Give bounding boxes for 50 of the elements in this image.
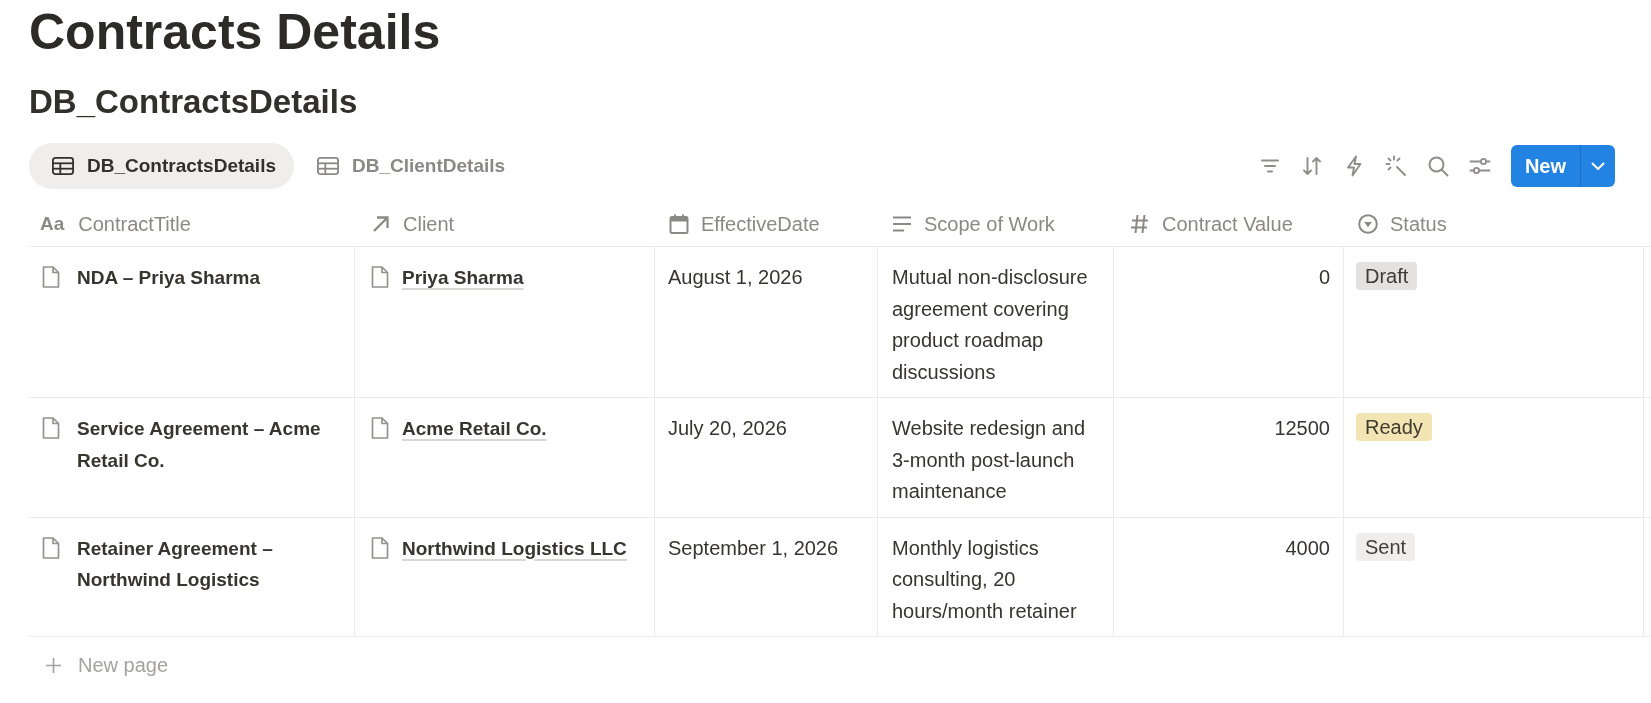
- column-header[interactable]: Client: [371, 212, 455, 236]
- database-title: DB_ContractsDetails: [29, 82, 358, 122]
- date-text: August 1, 2026: [668, 266, 803, 288]
- scope-text: Monthly logistics consulting, 20 hours/month retainer: [892, 535, 1078, 624]
- column-header[interactable]: EffectiveDate: [669, 212, 820, 236]
- client-link[interactable]: Acme Retail Co.: [402, 413, 547, 445]
- contract-title[interactable]: Service Agreement – Acme Retail Co.: [77, 413, 344, 476]
- type-glyph: Aa: [40, 212, 65, 236]
- search-icon[interactable]: [1426, 155, 1449, 177]
- client-link[interactable]: Priya Sharma: [402, 262, 524, 294]
- calendar-icon: [669, 214, 689, 234]
- sparkle-wand-icon[interactable]: [1384, 155, 1407, 177]
- contract-value: 4000: [1285, 536, 1330, 559]
- page-icon: [42, 417, 60, 439]
- contract-value: 0: [1318, 266, 1330, 288]
- contract-value: 12500: [1274, 417, 1330, 439]
- page-icon: [42, 266, 60, 288]
- date-text: September 1, 2026: [668, 536, 839, 559]
- view-tab[interactable]: DB_ContractsDetails: [29, 143, 294, 189]
- plus-icon: [46, 658, 61, 674]
- status-tag: Ready: [1356, 413, 1432, 441]
- table-icon: [52, 157, 74, 175]
- scope-text: Mutual non-disclosure agreement covering product roadmap discussions: [892, 265, 1089, 385]
- page-heading: Contracts Details: [29, 3, 441, 61]
- page-icon: [371, 266, 389, 288]
- page-icon: [42, 536, 60, 559]
- page-icon: [371, 417, 389, 439]
- new-dropdown-button[interactable]: [1580, 145, 1615, 187]
- scope-text: Website redesign and 3-month post-launch maintenance: [892, 416, 1087, 504]
- text-lines-icon: [892, 214, 912, 234]
- page-icon: [371, 536, 389, 559]
- hash-icon: [1130, 214, 1150, 234]
- column-header[interactable]: Contract Value: [1130, 212, 1293, 236]
- contract-title[interactable]: Retainer Agreement – Northwind Logistics: [77, 532, 344, 596]
- sort-arrows-icon[interactable]: [1300, 155, 1323, 177]
- table-icon: [317, 157, 339, 175]
- arrow-up-right-icon: [371, 214, 391, 234]
- new-button[interactable]: New: [1510, 145, 1580, 187]
- view-tab[interactable]: DB_ClientDetails: [294, 143, 524, 189]
- sliders-icon[interactable]: [1468, 155, 1491, 177]
- status-tag: Sent: [1356, 532, 1416, 561]
- contract-title[interactable]: NDA – Priya Sharma: [77, 262, 261, 294]
- column-header[interactable]: Status: [1358, 212, 1447, 236]
- status-circle-icon: [1358, 214, 1378, 234]
- client-link[interactable]: Northwind Logistics LLC: [402, 532, 627, 564]
- date-text: July 20, 2026: [668, 417, 787, 439]
- column-header[interactable]: Aa ContractTitle: [40, 212, 191, 236]
- new-page-button[interactable]: New page: [46, 650, 169, 682]
- status-tag: Draft: [1356, 262, 1418, 290]
- column-header[interactable]: Scope of Work: [892, 212, 1055, 236]
